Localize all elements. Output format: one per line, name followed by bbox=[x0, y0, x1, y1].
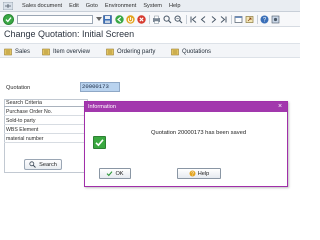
menu-bar: Sales document Edit Goto Environment Sys… bbox=[0, 0, 300, 12]
find-next-icon[interactable] bbox=[174, 15, 183, 24]
shortcut-icon[interactable] bbox=[245, 15, 254, 24]
create-session-icon[interactable] bbox=[234, 15, 243, 24]
ordering-party-button[interactable]: Ordering party bbox=[106, 46, 155, 57]
toolbar-separator bbox=[231, 15, 232, 24]
search-row-purchase-order[interactable]: Purchase Order No. bbox=[4, 108, 84, 116]
previous-page-icon[interactable] bbox=[199, 15, 208, 24]
toolbar-separator bbox=[149, 15, 150, 24]
search-row-sold-to-party[interactable]: Sold-to party bbox=[4, 117, 84, 125]
sales-label: Sales bbox=[15, 48, 31, 55]
information-dialog: Information × Quotation 20000173 has bee… bbox=[84, 101, 288, 187]
quotations-label: Quotations bbox=[182, 48, 212, 55]
menu-edit[interactable]: Edit bbox=[69, 3, 79, 9]
close-icon[interactable]: × bbox=[276, 103, 284, 111]
ok-button[interactable]: OK bbox=[99, 168, 131, 179]
enter-icon[interactable] bbox=[3, 14, 14, 25]
item-overview-button[interactable]: Item overview bbox=[42, 46, 90, 57]
standard-toolbar: ? bbox=[0, 12, 300, 27]
sales-icon bbox=[4, 48, 12, 55]
search-row-material-number[interactable]: material number bbox=[4, 135, 84, 143]
find-icon[interactable] bbox=[163, 15, 172, 24]
quotation-input[interactable]: 20000173 bbox=[80, 82, 120, 92]
item-overview-icon bbox=[42, 48, 50, 55]
chevron-down-icon[interactable] bbox=[96, 17, 102, 21]
exit-icon[interactable] bbox=[126, 15, 135, 24]
search-button-label: Search bbox=[39, 161, 57, 168]
settings-icon[interactable] bbox=[271, 15, 280, 24]
quotations-button[interactable]: Quotations bbox=[171, 46, 211, 57]
first-page-icon[interactable] bbox=[189, 15, 198, 24]
help-button-label: Help bbox=[197, 170, 210, 177]
menu-sales-document[interactable]: Sales document bbox=[22, 3, 62, 9]
dialog-title: Information bbox=[85, 102, 287, 112]
toolbar-separator bbox=[186, 15, 187, 24]
command-field[interactable] bbox=[17, 15, 93, 24]
help-icon: ? bbox=[189, 170, 196, 177]
last-page-icon[interactable] bbox=[219, 15, 228, 24]
item-overview-label: Item overview bbox=[53, 48, 91, 55]
search-row-wbs-element[interactable]: WBS Element bbox=[4, 126, 84, 134]
dialog-message: Quotation 20000173 has been saved bbox=[151, 130, 247, 136]
ordering-party-icon bbox=[106, 48, 114, 55]
application-toolbar: Sales Item overview Ordering party Quota… bbox=[0, 43, 300, 58]
svg-text:?: ? bbox=[191, 171, 194, 177]
ordering-party-label: Ordering party bbox=[117, 48, 156, 55]
help-icon[interactable]: ? bbox=[260, 15, 269, 24]
search-icon bbox=[29, 161, 36, 168]
next-page-icon[interactable] bbox=[209, 15, 218, 24]
success-check-icon bbox=[93, 136, 106, 149]
menu-goto[interactable]: Goto bbox=[86, 3, 98, 9]
menu-system[interactable]: System bbox=[143, 3, 162, 9]
quotation-label: Quotation bbox=[6, 85, 31, 91]
cancel-icon[interactable] bbox=[137, 15, 146, 24]
toolbar-separator bbox=[257, 15, 258, 24]
search-criteria-title: Search Criteria bbox=[4, 99, 88, 107]
page-title: Change Quotation: Initial Screen bbox=[4, 29, 135, 39]
check-icon bbox=[107, 171, 113, 177]
sales-button[interactable]: Sales bbox=[4, 46, 30, 57]
help-button[interactable]: ? Help bbox=[177, 168, 221, 179]
save-icon[interactable] bbox=[103, 15, 112, 24]
quotations-icon bbox=[171, 48, 179, 55]
ok-button-label: OK bbox=[115, 170, 124, 177]
back-icon[interactable] bbox=[115, 15, 124, 24]
menu-icon[interactable] bbox=[3, 1, 15, 11]
print-icon[interactable] bbox=[152, 15, 161, 24]
search-button[interactable]: Search bbox=[24, 159, 62, 170]
menu-environment[interactable]: Environment bbox=[105, 3, 136, 9]
menu-help[interactable]: Help bbox=[169, 3, 181, 9]
